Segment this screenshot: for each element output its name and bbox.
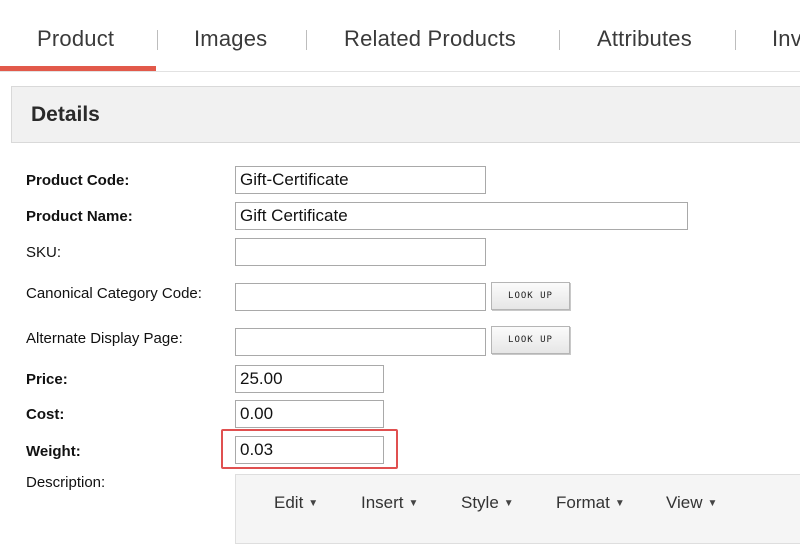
tab-attributes[interactable]: Attributes <box>597 26 692 52</box>
editor-menu-view[interactable]: View ▼ <box>666 493 717 513</box>
sku-input[interactable] <box>235 238 486 266</box>
product-name-label: Product Name: <box>26 208 133 225</box>
canonical-category-lookup-button[interactable]: LOOK UP <box>491 282 570 310</box>
description-label: Description: <box>26 474 106 491</box>
product-code-input[interactable] <box>235 166 486 194</box>
tab-divider <box>559 30 560 50</box>
alternate-display-lookup-button[interactable]: LOOK UP <box>491 326 570 354</box>
tab-related-products[interactable]: Related Products <box>344 26 516 52</box>
editor-menu-style[interactable]: Style ▼ <box>461 493 514 513</box>
tab-divider <box>735 30 736 50</box>
editor-menu-insert-label: Insert <box>361 493 404 512</box>
tab-inventory[interactable]: Inv <box>772 26 800 52</box>
chevron-down-icon: ▼ <box>503 498 514 509</box>
weight-label: Weight: <box>26 443 81 460</box>
editor-menu-style-label: Style <box>461 493 499 512</box>
cost-input[interactable] <box>235 400 384 428</box>
active-tab-indicator <box>0 66 156 71</box>
price-label: Price: <box>26 371 68 388</box>
product-name-input[interactable] <box>235 202 688 230</box>
canonical-category-input[interactable] <box>235 283 486 311</box>
chevron-down-icon: ▼ <box>707 498 718 509</box>
details-header: Details <box>11 86 800 143</box>
editor-menu-format-label: Format <box>556 493 610 512</box>
details-title: Details <box>31 103 100 126</box>
chevron-down-icon: ▼ <box>614 498 625 509</box>
alternate-display-label: Alternate Display Page: <box>26 330 183 347</box>
tab-images[interactable]: Images <box>194 26 267 52</box>
tab-divider <box>157 30 158 50</box>
price-input[interactable] <box>235 365 384 393</box>
tab-divider <box>306 30 307 50</box>
chevron-down-icon: ▼ <box>308 498 319 509</box>
weight-highlight-box <box>221 429 398 469</box>
editor-menu-edit[interactable]: Edit ▼ <box>274 493 318 513</box>
editor-menu-format[interactable]: Format ▼ <box>556 493 625 513</box>
product-code-label: Product Code: <box>26 172 130 189</box>
editor-menu-insert[interactable]: Insert ▼ <box>361 493 418 513</box>
canonical-category-label: Canonical Category Code: <box>26 285 202 302</box>
product-tabs: Product Images Related Products Attribut… <box>0 0 800 72</box>
editor-menu-edit-label: Edit <box>274 493 304 512</box>
description-editor-toolbar: Edit ▼ Insert ▼ Style ▼ Format ▼ View ▼ <box>235 474 800 544</box>
sku-label: SKU: <box>26 244 62 261</box>
editor-menu-view-label: View <box>666 493 703 512</box>
tab-product[interactable]: Product <box>37 26 114 52</box>
cost-label: Cost: <box>26 406 65 423</box>
chevron-down-icon: ▼ <box>408 498 419 509</box>
alternate-display-input[interactable] <box>235 328 486 356</box>
